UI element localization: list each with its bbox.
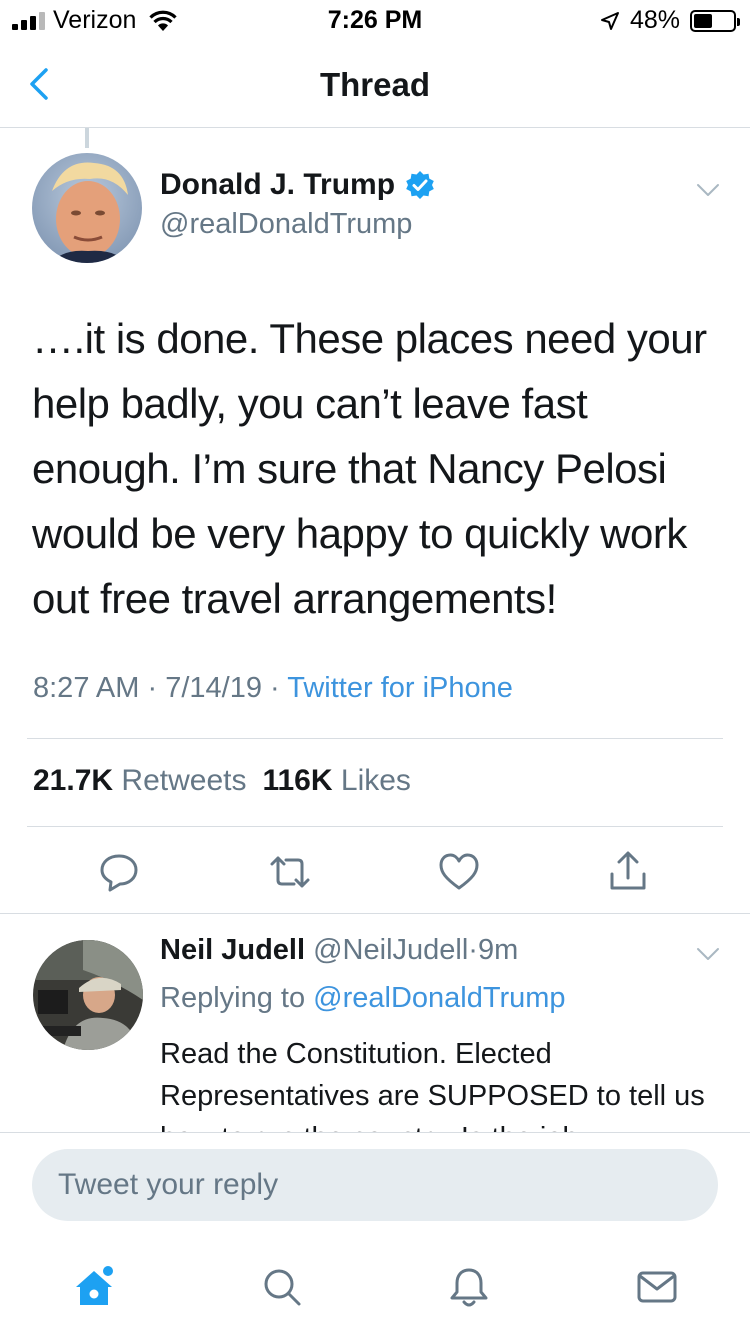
divider <box>27 826 723 827</box>
meta-separator: · <box>270 672 280 704</box>
navigation-bar: Thread <box>0 42 750 128</box>
messages-icon[interactable] <box>635 1265 679 1309</box>
tweet-stats: 21.7K Retweets 116K Likes <box>33 764 411 798</box>
status-right: 48% <box>600 6 740 35</box>
home-icon[interactable] <box>72 1265 116 1309</box>
author-name[interactable]: Donald J. Trump <box>160 168 435 202</box>
page-title: Thread <box>319 66 431 103</box>
battery-percent: 48% <box>629 6 680 34</box>
reply-separator: · <box>468 934 478 966</box>
like-icon[interactable] <box>437 850 481 894</box>
author-handle[interactable]: @realDonaldTrump <box>160 208 412 241</box>
likes-stat[interactable]: 116K Likes <box>262 764 410 797</box>
tweet-time: 8:27 AM <box>33 672 140 704</box>
tweet-text: ….it is done. These places need your hel… <box>32 315 707 622</box>
reply-text: Read the Constitution. Elected Represent… <box>160 1038 705 1133</box>
tweet-date: 7/14/19 <box>165 672 262 704</box>
reply-avatar-image <box>33 940 143 1050</box>
tab-bar <box>0 1261 750 1321</box>
replying-to-handle[interactable]: @realDonaldTrump <box>313 982 565 1014</box>
verified-badge-icon <box>406 171 434 199</box>
battery-icon <box>690 9 740 32</box>
reply-composer <box>0 1132 750 1334</box>
retweets-count: 21.7K <box>33 764 114 797</box>
divider <box>27 738 723 739</box>
tweet-actions <box>0 850 750 894</box>
retweets-stat[interactable]: 21.7K Retweets <box>33 764 246 797</box>
author-name-text: Donald J. Trump <box>160 168 396 201</box>
tweet-source-link[interactable]: Twitter for iPhone <box>287 672 513 704</box>
avatar[interactable] <box>33 940 143 1050</box>
divider <box>0 913 750 914</box>
retweet-icon[interactable] <box>268 850 312 894</box>
share-icon[interactable] <box>606 850 650 894</box>
replying-label: Replying to <box>160 982 306 1014</box>
retweets-label: Retweets <box>121 764 247 797</box>
reply-icon[interactable] <box>97 850 141 894</box>
reply-author-name[interactable]: Neil Judell <box>160 934 305 966</box>
reply-header: Neil Judell @NeilJudell·9m <box>160 934 518 967</box>
author-avatar-image <box>32 153 142 263</box>
meta-separator: · <box>147 672 158 704</box>
thread-connector <box>85 128 89 148</box>
likes-count: 116K <box>262 764 333 797</box>
reply-age: 9m <box>477 934 519 966</box>
chevron-down-icon[interactable] <box>696 942 720 966</box>
avatar[interactable] <box>32 153 142 263</box>
location-arrow-icon <box>600 11 619 30</box>
status-bar: Verizon 7:26 PM 48% <box>0 0 750 42</box>
reply-input[interactable] <box>32 1149 718 1221</box>
reply-author-handle[interactable]: @NeilJudell <box>313 934 468 966</box>
notifications-icon[interactable] <box>447 1265 491 1309</box>
likes-label: Likes <box>340 764 411 797</box>
replying-to: Replying to @realDonaldTrump <box>160 982 566 1015</box>
search-icon[interactable] <box>260 1265 304 1309</box>
chevron-down-icon[interactable] <box>696 178 720 202</box>
tweet-meta: 8:27 AM · 7/14/19 · Twitter for iPhone <box>33 672 513 705</box>
battery-level <box>694 13 713 28</box>
